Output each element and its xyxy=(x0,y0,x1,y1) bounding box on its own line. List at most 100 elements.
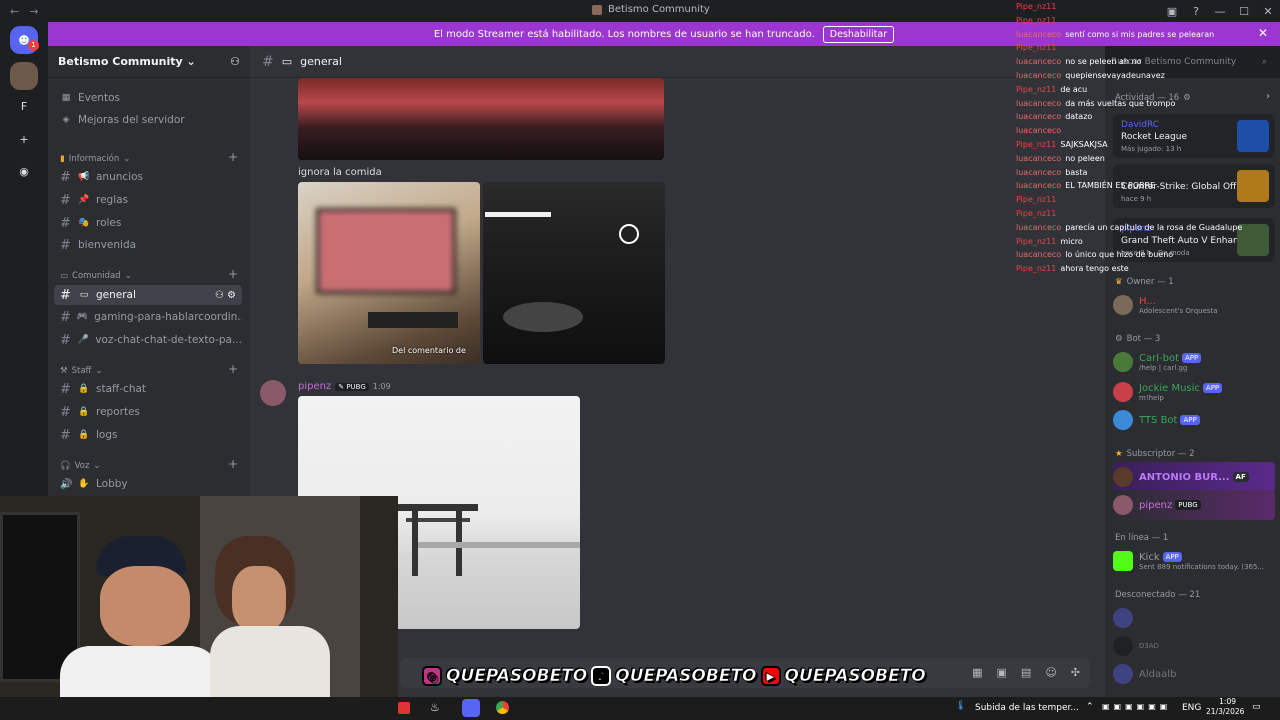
message-caption: ignora la comida xyxy=(298,167,382,178)
stream-chat-message: Pipe_nz11 de acu xyxy=(1016,83,1216,97)
monitor-shape xyxy=(316,208,456,294)
stream-chat-message: luacanceco no peleen xyxy=(1016,152,1216,166)
channel-settings-icon[interactable]: ⚇ ⚙ xyxy=(215,290,236,301)
add-channel-icon[interactable]: + xyxy=(228,457,238,471)
hash-icon: # xyxy=(60,192,71,208)
desk-setup-photo[interactable]: Del comentario de xyxy=(298,182,480,364)
megaphone-icon: 📢 xyxy=(78,172,90,182)
chevron-right-icon[interactable]: › xyxy=(1266,91,1270,102)
avatar[interactable] xyxy=(260,380,286,406)
channel-gaming[interactable]: # 🎮 gaming-para-hablarcoordin... xyxy=(54,307,242,327)
weather-text[interactable]: Subida de las temper... xyxy=(975,703,1079,713)
hash-icon: # xyxy=(60,287,71,303)
offline-header: Desconectado — 21 xyxy=(1115,590,1201,600)
gaming-desk-photo[interactable] xyxy=(483,182,665,364)
server-name: Betismo Community xyxy=(58,55,183,68)
gift-icon[interactable]: ▦ xyxy=(972,666,982,679)
add-channel-icon[interactable]: + xyxy=(228,362,238,376)
close-banner-icon[interactable]: ✕ xyxy=(1258,26,1268,40)
chevron-up-icon[interactable]: ⌃ xyxy=(1086,702,1094,712)
channel-bienvenida[interactable]: # bienvenida xyxy=(54,235,242,255)
discord-icon[interactable] xyxy=(462,699,480,717)
sticker-icon[interactable]: ▤ xyxy=(1021,666,1031,679)
add-channel-icon[interactable]: + xyxy=(228,267,238,281)
channel-logs[interactable]: # 🔒 logs xyxy=(54,425,242,445)
hash-icon: # xyxy=(60,332,71,348)
gif-icon[interactable]: ▣ xyxy=(997,666,1007,679)
member-offline[interactable]: Aldaalb xyxy=(1113,659,1275,689)
stream-chat-user: Pipe_nz11 xyxy=(1016,15,1057,25)
member-offline[interactable]: D3AD xyxy=(1113,631,1275,661)
steam-icon[interactable]: ♨ xyxy=(430,701,440,714)
channel-anuncios[interactable]: # 📢 anuncios xyxy=(54,167,242,187)
sidebar-item-boosts[interactable]: ◈ Mejoras del servidor xyxy=(54,110,242,130)
face-shape xyxy=(100,566,190,646)
stream-chat-user: luacanceco xyxy=(1016,153,1062,163)
stream-chat-message: Pipe_nz11 SAJKSAKJSA xyxy=(1016,138,1216,152)
avatar xyxy=(1113,664,1133,684)
clock[interactable]: 1:09 21/3/2026 xyxy=(1206,697,1244,717)
betismo-server-icon[interactable] xyxy=(10,62,38,90)
category-community[interactable]: ▭ Comunidad ⌄ xyxy=(60,271,132,281)
category-info[interactable]: ▮ Información ⌄ xyxy=(60,154,130,164)
explore-icon[interactable]: ◉ xyxy=(10,157,38,185)
sidebar-item-events[interactable]: ▦ Eventos xyxy=(54,88,242,108)
category-voice[interactable]: 🎧 Voz ⌄ xyxy=(60,461,101,471)
emoji-icon[interactable]: ☺ xyxy=(1045,666,1056,679)
torii-top-beam xyxy=(398,504,478,511)
stream-chat-user: Pipe_nz11 xyxy=(1016,2,1057,11)
voice-channel-lobby[interactable]: 🔊 ✋ Lobby xyxy=(54,474,242,494)
fan-ring-shape xyxy=(619,224,639,244)
user-tag-badge: AF xyxy=(1232,471,1249,482)
stream-chat-overlay: Pipe_nz11 Pipe_nz11 luacanceco sentí como s… xyxy=(1016,0,1242,276)
hash-icon: # xyxy=(60,169,71,185)
channel-reportes[interactable]: # 🔒 reportes xyxy=(54,402,242,422)
channel-voz-chat[interactable]: # 🎤 voz-chat-chat-de-texto-pa... xyxy=(54,330,242,350)
back-arrow-icon[interactable]: ← xyxy=(10,5,19,18)
invite-people-icon[interactable]: ⚇ xyxy=(230,55,240,68)
stream-chat-user: luacanceco xyxy=(1016,70,1062,80)
message-author[interactable]: pipenz xyxy=(298,381,331,392)
add-server-icon[interactable]: + xyxy=(10,125,38,153)
gamepad-icon: 🎮 xyxy=(76,312,89,322)
server-header[interactable]: Betismo Community ⌄ ⚇ xyxy=(48,46,250,78)
member-owner[interactable]: H... Adolescent's Orquesta xyxy=(1113,290,1275,320)
stream-chat-message: luacanceco basta xyxy=(1016,166,1216,180)
stream-chat-text: EL TAMBIÉN ES POBRE xyxy=(1065,181,1156,191)
chrome-icon[interactable] xyxy=(496,701,509,714)
channel-roles[interactable]: # 🎭 roles xyxy=(54,213,242,233)
channel-staff-chat[interactable]: # 🔒 staff-chat xyxy=(54,379,242,399)
member-pipenz[interactable]: pipenz PUBG xyxy=(1113,490,1275,520)
member-offline[interactable] xyxy=(1113,603,1275,633)
stream-chat-message: Pipe_nz11 xyxy=(1016,207,1216,221)
calendar-icon: ▦ xyxy=(61,93,71,103)
stream-chat-text: lo único que hizo de bueno xyxy=(1065,250,1174,260)
avatar xyxy=(1113,608,1133,628)
server-f-icon[interactable]: F xyxy=(10,92,38,120)
category-staff[interactable]: ⚒ Staff ⌄ xyxy=(60,366,103,376)
add-channel-icon[interactable]: + xyxy=(228,150,238,164)
bot-header: ⚙ Bot — 3 xyxy=(1115,334,1161,344)
weather-icon: 🌡 xyxy=(955,701,967,711)
sunset-photo[interactable] xyxy=(298,78,664,160)
maximize-button[interactable]: ☐ xyxy=(1232,5,1256,18)
stream-chat-user: luacanceco xyxy=(1016,57,1062,67)
stream-chat-message: luacanceco parecía un capítulo de la rosa… xyxy=(1016,221,1242,235)
disable-streamer-button[interactable]: Deshabilitar xyxy=(822,25,895,43)
notification-icon[interactable]: ▭ xyxy=(1252,702,1261,712)
member-kick[interactable]: Kick APP Sent 889 notifications today. (36… xyxy=(1113,546,1275,576)
language-indicator[interactable]: ENG xyxy=(1182,703,1201,713)
channel-general[interactable]: # ▭ general ⚇ ⚙ xyxy=(54,285,242,305)
tiktok-icon: ♪ xyxy=(591,666,612,686)
member-jockie-music[interactable]: Jockie Music APP m!help xyxy=(1113,377,1275,407)
app-badge: APP xyxy=(1180,414,1200,425)
app-icon[interactable] xyxy=(398,702,410,714)
close-window-button[interactable]: ✕ xyxy=(1256,5,1280,18)
member-tts-bot[interactable]: TTS Bot APP xyxy=(1113,405,1275,435)
forward-arrow-icon[interactable]: → xyxy=(29,5,38,18)
member-antonio[interactable]: ANTONIO BUR... AF xyxy=(1113,462,1275,492)
apps-icon[interactable]: ✣ xyxy=(1071,666,1080,679)
tray-icons[interactable]: ▣▣▣▣▣▣ xyxy=(1102,702,1171,711)
member-carl-bot[interactable]: Carl-bot APP/help | carl.gg xyxy=(1113,347,1275,377)
channel-reglas[interactable]: # 📌 reglas xyxy=(54,190,242,210)
